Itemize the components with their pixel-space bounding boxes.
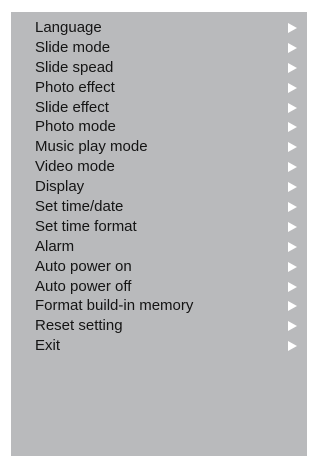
menu-item-label: Alarm: [35, 237, 75, 255]
menu-item-label: Music play mode: [35, 138, 148, 156]
chevron-right-icon: [288, 261, 297, 272]
chevron-right-icon: [288, 102, 297, 113]
menu-item-video-mode[interactable]: Video mode: [35, 157, 297, 177]
menu-item-label: Set time format: [35, 217, 137, 235]
menu-item-label: Format build-in memory: [35, 297, 194, 315]
chevron-right-icon: [288, 341, 297, 352]
chevron-right-icon: [288, 241, 297, 252]
menu-item-set-time-date[interactable]: Set time/date: [35, 197, 297, 217]
chevron-right-icon: [288, 281, 297, 292]
menu-item-label: Display: [35, 178, 85, 196]
menu-item-format-memory[interactable]: Format build-in memory: [35, 296, 297, 316]
menu-item-label: Photo mode: [35, 118, 116, 136]
chevron-right-icon: [288, 201, 297, 212]
menu-item-display[interactable]: Display: [35, 177, 297, 197]
menu-item-slide-speed[interactable]: Slide spead: [35, 58, 297, 78]
settings-menu-panel: Language Slide mode Slide spead Photo ef…: [11, 12, 307, 456]
menu-item-exit[interactable]: Exit: [35, 336, 297, 356]
menu-item-slide-mode[interactable]: Slide mode: [35, 38, 297, 58]
menu-item-label: Exit: [35, 337, 61, 355]
menu-item-set-time-format[interactable]: Set time format: [35, 217, 297, 237]
menu-item-auto-power-on[interactable]: Auto power on: [35, 257, 297, 277]
menu-item-label: Slide effect: [35, 98, 109, 116]
chevron-right-icon: [288, 22, 297, 33]
menu-item-label: Video mode: [35, 158, 115, 176]
chevron-right-icon: [288, 42, 297, 53]
menu-item-label: Language: [35, 19, 102, 36]
menu-item-language[interactable]: Language: [35, 18, 297, 38]
menu-item-auto-power-off[interactable]: Auto power off: [35, 277, 297, 297]
chevron-right-icon: [288, 321, 297, 332]
menu-item-label: Auto power off: [35, 277, 132, 295]
chevron-right-icon: [288, 182, 297, 193]
menu-item-label: Reset setting: [35, 317, 123, 335]
menu-item-label: Slide spead: [35, 58, 114, 76]
menu-item-photo-mode[interactable]: Photo mode: [35, 117, 297, 137]
menu-item-label: Auto power on: [35, 257, 132, 275]
chevron-right-icon: [288, 162, 297, 173]
chevron-right-icon: [288, 142, 297, 153]
menu-item-label: Photo effect: [35, 78, 115, 96]
menu-item-label: Slide mode: [35, 38, 111, 56]
menu-item-reset-setting[interactable]: Reset setting: [35, 316, 297, 336]
chevron-right-icon: [288, 301, 297, 312]
chevron-right-icon: [288, 82, 297, 93]
chevron-right-icon: [288, 122, 297, 133]
menu-item-slide-effect[interactable]: Slide effect: [35, 98, 297, 118]
menu-item-alarm[interactable]: Alarm: [35, 237, 297, 257]
menu-item-photo-effect[interactable]: Photo effect: [35, 78, 297, 98]
menu-item-music-play-mode[interactable]: Music play mode: [35, 137, 297, 157]
menu-item-label: Set time/date: [35, 198, 124, 216]
settings-menu-list: Language Slide mode Slide spead Photo ef…: [35, 18, 297, 356]
chevron-right-icon: [288, 62, 297, 73]
chevron-right-icon: [288, 221, 297, 232]
